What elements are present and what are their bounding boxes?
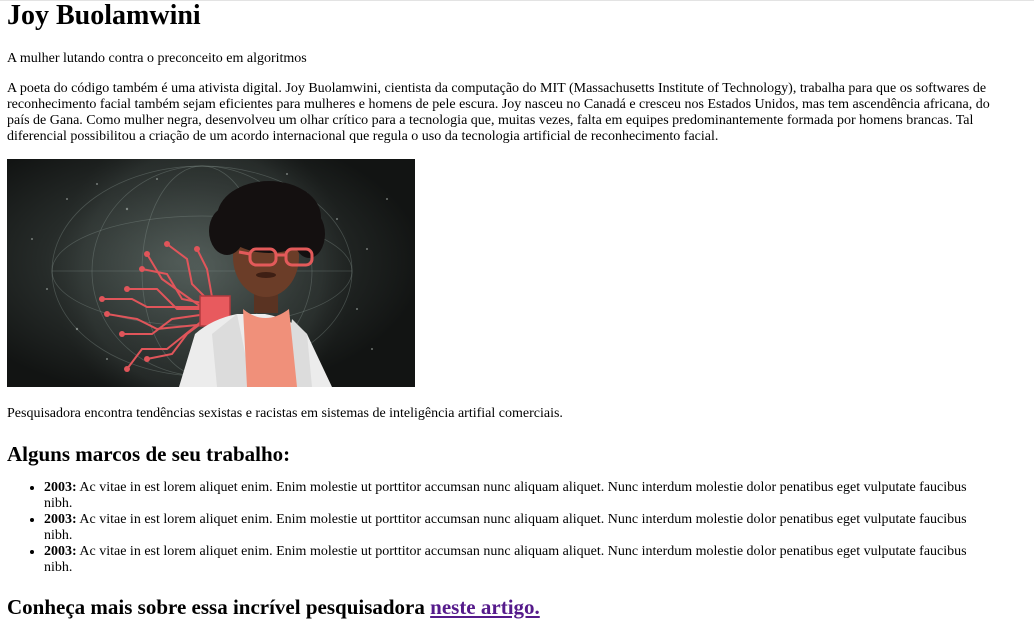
milestone-year: 2003: [44, 544, 77, 559]
milestone-year: 2003: [44, 480, 77, 495]
article-link[interactable]: neste artigo. [430, 595, 540, 619]
portrait-photo [7, 159, 415, 387]
learn-more-text: Conheça mais sobre essa incrível pesquis… [7, 595, 431, 619]
article: Joy Buolamwini A mulher lutando contra o… [7, 0, 992, 619]
page-title: Joy Buolamwini [7, 0, 201, 31]
milestones-list: 2003: Ac vitae in est lorem aliquet enim… [7, 480, 992, 576]
list-item: 2003: Ac vitae in est lorem aliquet enim… [44, 480, 992, 512]
portrait-illustration [7, 159, 415, 387]
milestone-text: Ac vitae in est lorem aliquet enim. Enim… [44, 544, 967, 575]
milestone-year: 2003: [44, 512, 77, 527]
list-item: 2003: Ac vitae in est lorem aliquet enim… [44, 544, 992, 576]
article-subtitle: A mulher lutando contra o preconceito em… [7, 51, 307, 66]
list-item: 2003: Ac vitae in est lorem aliquet enim… [44, 512, 992, 544]
article-intro: A poeta do código também é uma ativista … [7, 81, 990, 144]
milestone-text: Ac vitae in est lorem aliquet enim. Enim… [44, 512, 967, 543]
photo-caption: Pesquisadora encontra tendências sexista… [7, 406, 563, 421]
learn-more-heading: Conheça mais sobre essa incrível pesquis… [7, 595, 992, 619]
milestones-heading: Alguns marcos de seu trabalho: [7, 442, 291, 466]
milestone-text: Ac vitae in est lorem aliquet enim. Enim… [44, 480, 967, 511]
